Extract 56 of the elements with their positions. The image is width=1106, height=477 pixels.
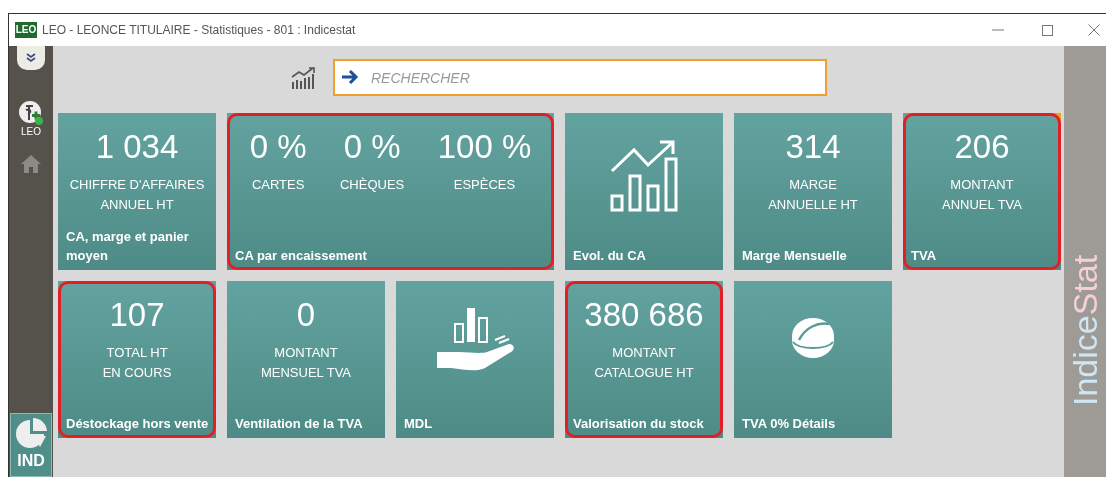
tile-title: CA par encaissement: [235, 247, 368, 265]
window-title: LEO - LEONCE TITULAIRE - Statistiques - 801 : Indicestat: [42, 22, 356, 39]
tile-label: MONTANT CATALOGUE HT: [594, 344, 694, 382]
tile-label: MONTANT ANNUEL TVA: [942, 176, 1022, 214]
dashboard-tile[interactable]: 206 MONTANT ANNUEL TVA TVA: [903, 113, 1061, 270]
tile-value: 100 %: [437, 130, 532, 163]
tile-value: 206: [954, 130, 1010, 163]
tile-label: CARTES: [251, 176, 305, 194]
dashboard-tile[interactable]: 0 % CARTES 0 % CHÈQUES 100 % ESPÈCES CA par encaissement: [227, 113, 554, 270]
home-button[interactable]: [21, 155, 41, 173]
tile-title: Evol. du CA: [573, 247, 647, 265]
tile-label: TOTAL HT EN COURS: [102, 344, 172, 382]
module-button[interactable]: IND: [10, 413, 52, 477]
dashboard-tile[interactable]: 107 TOTAL HT EN COURS Déstockage hors vente: [58, 281, 216, 438]
brand-logo-text: IndiceStat: [1068, 254, 1102, 406]
arrow-icon: [341, 69, 359, 85]
tile-title: Ventilation de la TVA: [235, 415, 364, 433]
dashboard-tile[interactable]: 1 034 CHIFFRE D'AFFAIRES ANNUEL HT CA, marge et panier moyen: [58, 113, 216, 270]
pharmacy-user-icon: [18, 100, 44, 126]
tile-title: MDL: [404, 415, 434, 433]
collapse-button[interactable]: [17, 46, 45, 70]
dashboard-tile[interactable]: 380 686 MONTANT CATALOGUE HT Valorisation du stock: [565, 281, 723, 438]
tile-title: TVA: [911, 247, 938, 265]
tile-label: CHIFFRE D'AFFAIRES ANNUEL HT: [69, 176, 205, 214]
tile-title: TVA 0% Détails: [742, 415, 837, 433]
dashboard-tile[interactable]: MDL: [396, 281, 554, 438]
tile-label: MARGE ANNUELLE HT: [768, 176, 858, 214]
dashboard-tile[interactable]: 0 MONTANT MENSUEL TVA Ventilation de la TVA: [227, 281, 385, 438]
tile-value: 1 034: [95, 130, 179, 163]
close-icon[interactable]: [1088, 24, 1100, 36]
search-field[interactable]: RECHERCHER: [333, 59, 827, 96]
pie-chart-icon: [14, 417, 48, 451]
tablet-icon: [791, 316, 835, 360]
tile-value: 380 686: [584, 298, 704, 331]
maximize-icon[interactable]: [1042, 24, 1053, 36]
app-logo: LEO: [15, 22, 37, 38]
user-button[interactable]: LEO: [18, 100, 44, 137]
tile-value: 0: [296, 298, 316, 331]
tile-value: 0 %: [249, 130, 307, 163]
tile-label: CHÈQUES: [340, 176, 405, 194]
tile-label: MONTANT MENSUEL TVA: [260, 344, 352, 382]
tile-title: Déstockage hors vente: [66, 415, 210, 433]
tile-value: 0 %: [343, 130, 401, 163]
tile-value: 314: [785, 130, 841, 163]
tile-title: CA, marge et panier moyen: [66, 228, 190, 265]
double-chevron-icon: [26, 53, 36, 63]
dashboard-tile[interactable]: TVA 0% Détails: [734, 281, 892, 438]
tile-title: Valorisation du stock: [573, 415, 705, 433]
dashboard-tile[interactable]: 314 MARGE ANNUELLE HT Marge Mensuelle: [734, 113, 892, 270]
chart-icon[interactable]: [291, 65, 317, 90]
home-icon: [21, 155, 41, 173]
dashboard-tile[interactable]: Evol. du CA: [565, 113, 723, 270]
tile-value: 107: [109, 298, 165, 331]
growth-chart-icon: [610, 139, 678, 213]
tile-title: Marge Mensuelle: [742, 247, 848, 265]
tile-label: ESPÈCES: [453, 176, 516, 194]
